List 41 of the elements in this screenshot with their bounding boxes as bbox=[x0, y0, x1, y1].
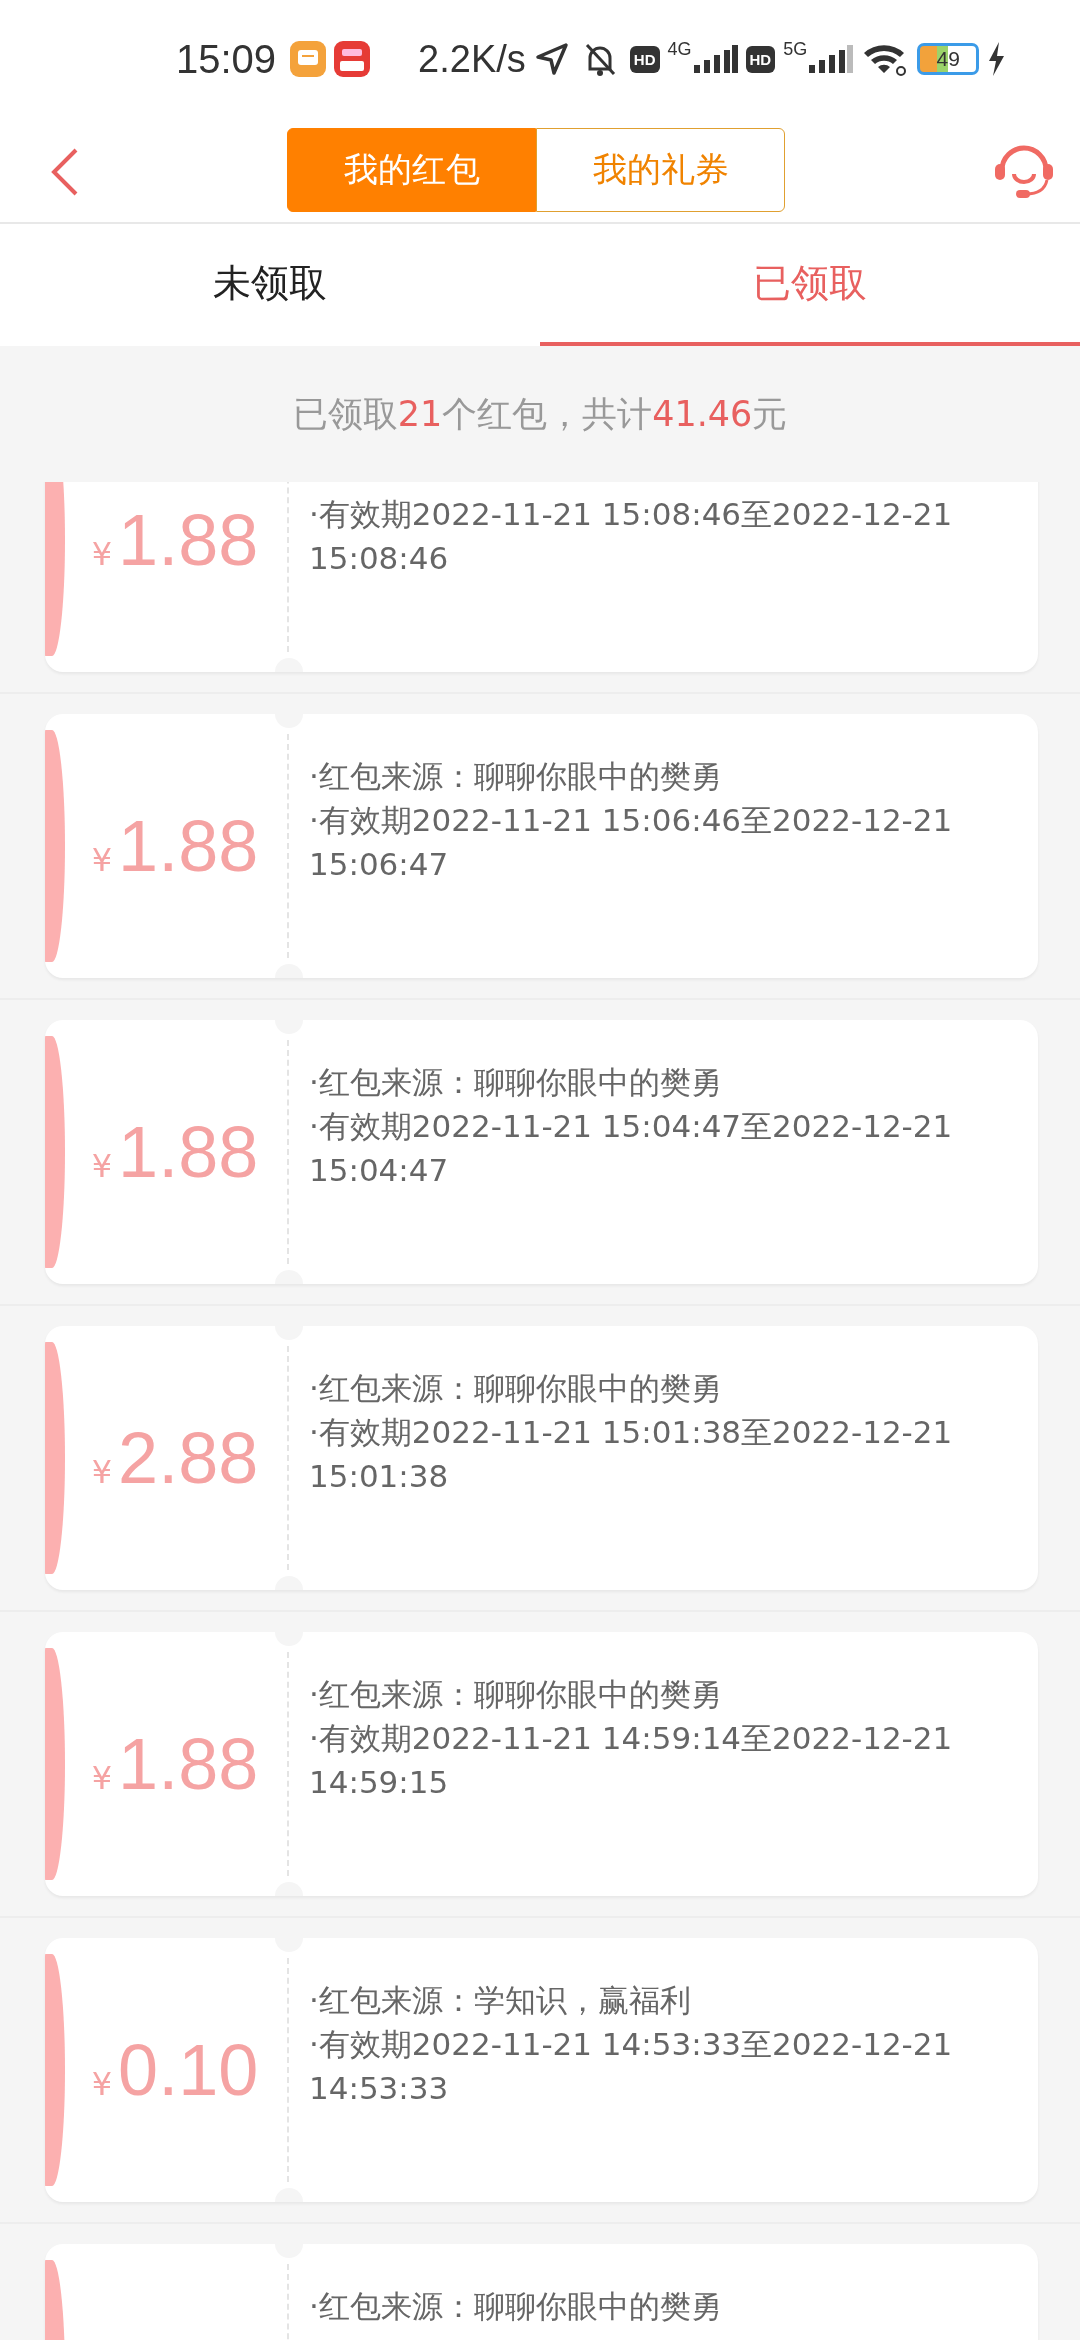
currency-symbol: ¥ bbox=[91, 1147, 113, 1185]
currency-symbol: ¥ bbox=[91, 2065, 113, 2103]
validity-text: ·有效期2022-11-21 15:01:38至2022-12-21 15:01:38 bbox=[309, 1413, 954, 1496]
validity-text: ·有效期2022-11-21 15:08:46至2022-12-21 15:08:46 bbox=[309, 495, 954, 578]
validity-text: ·有效期2022-11-21 15:04:47至2022-12-21 15:04:47 bbox=[309, 1107, 954, 1190]
source-text: ·红包来源：学知识，赢福利 bbox=[309, 1981, 692, 2020]
back-icon bbox=[50, 147, 80, 197]
network-type: 4G bbox=[667, 39, 692, 60]
battery-level: 49 bbox=[936, 48, 960, 70]
location-icon bbox=[533, 41, 570, 77]
amount: 1.88 bbox=[118, 499, 259, 581]
source-text: ·红包来源：聊聊你眼中的樊勇 bbox=[309, 757, 723, 796]
currency-symbol: ¥ bbox=[91, 1759, 113, 1797]
segment-tab[interactable]: 我的礼券 bbox=[536, 128, 785, 212]
segment-tab[interactable]: 我的红包 bbox=[287, 128, 536, 212]
amount: 1.88 bbox=[118, 1111, 259, 1193]
validity-text: ·有效期2022-11-21 15:06:46至2022-12-21 15:06:47 bbox=[309, 801, 954, 884]
network-speed: 2.2K/s bbox=[418, 37, 526, 81]
signal-icon bbox=[807, 45, 854, 73]
validity-text: ·有效期2022-11-21 14:53:33至2022-12-21 14:53:33 bbox=[309, 2025, 954, 2108]
currency-symbol: ¥ bbox=[91, 535, 113, 573]
hd-badge: HD bbox=[745, 45, 776, 73]
message-icon bbox=[290, 41, 327, 77]
clock: 15:09 bbox=[176, 36, 277, 82]
hd-badge: HD bbox=[629, 45, 660, 73]
source-text: ·红包来源：聊聊你眼中的樊勇 bbox=[309, 1369, 723, 1408]
source-text: ·红包来源：聊聊你眼中的樊勇 bbox=[309, 1063, 723, 1102]
source-text: ·红包来源：聊聊你眼中的樊勇 bbox=[309, 2287, 723, 2326]
signal-icon bbox=[691, 45, 738, 73]
app-icon bbox=[334, 41, 371, 77]
amount: 2.88 bbox=[118, 1417, 259, 1499]
amount: 1.88 bbox=[118, 805, 259, 887]
validity-text: ·有效期2022-11-21 14:59:14至2022-12-21 14:59:15 bbox=[309, 1719, 954, 1802]
charging-icon bbox=[987, 42, 1006, 76]
amount: 1.88 bbox=[118, 1723, 259, 1805]
summary-text: 已领取21个红包，共计41.46元 bbox=[292, 392, 788, 436]
currency-symbol: ¥ bbox=[91, 1453, 113, 1491]
currency-symbol: ¥ bbox=[91, 841, 113, 879]
amount: 0.10 bbox=[118, 2029, 259, 2111]
network-type: 5G bbox=[783, 39, 808, 60]
source-text: ·红包来源：聊聊你眼中的樊勇 bbox=[309, 1675, 723, 1714]
